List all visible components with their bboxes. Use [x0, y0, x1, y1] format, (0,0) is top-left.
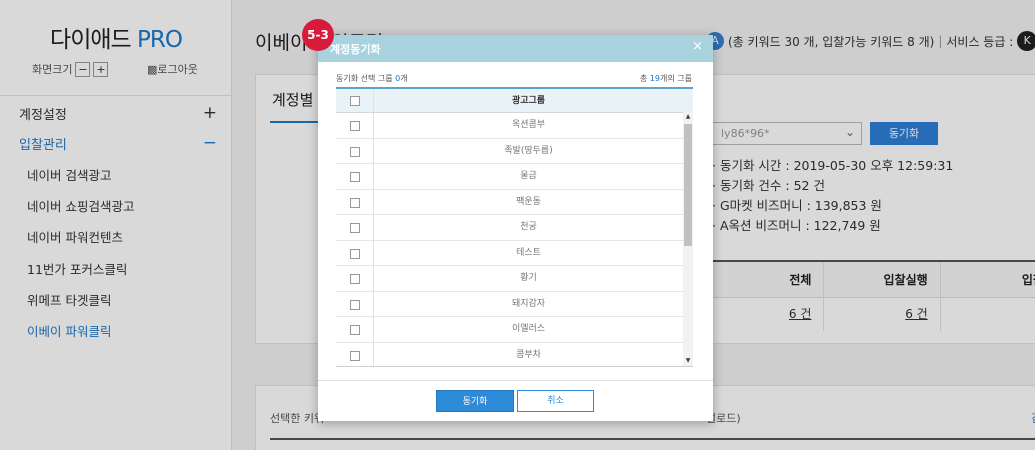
selected-group-count: 동기화 선택 그룹 0개	[336, 73, 408, 84]
modal-title: 계정동기화	[330, 43, 381, 56]
close-icon[interactable]: ×	[692, 40, 703, 54]
select-all-checkbox[interactable]	[350, 96, 360, 106]
check-cell	[336, 291, 374, 316]
check-cell	[336, 113, 374, 138]
modal-header: 계정동기화 ×	[318, 35, 713, 62]
group-name: 테스트	[516, 247, 541, 258]
row-checkbox[interactable]	[350, 197, 360, 208]
list-item[interactable]: 족발(땅두릅)	[336, 138, 683, 164]
list-item[interactable]: 황기	[336, 266, 683, 292]
modal-footer-divider	[318, 380, 713, 381]
check-cell	[336, 266, 374, 291]
list-rows: 옥션콤부 족발(땅두릅) 울금 팩운동 천궁 테스트 황기 돼지감자 이엘러스 …	[336, 113, 683, 366]
check-cell	[336, 240, 374, 265]
account-sync-modal: 계정동기화 × 동기화 선택 그룹 0개 총 19개의 그룹 광고그룹 옥션콤부…	[318, 35, 713, 421]
check-cell	[336, 317, 374, 342]
row-checkbox[interactable]	[350, 325, 360, 335]
group-name: 족발(땅두릅)	[504, 145, 553, 156]
step-badge: 5-3	[302, 19, 334, 51]
total-count: 19	[649, 74, 661, 83]
list-scrollbar[interactable]: ▲ ▼	[683, 112, 693, 366]
scroll-thumb[interactable]	[684, 124, 692, 246]
row-checkbox[interactable]	[350, 172, 360, 182]
list-item[interactable]: 콤부차	[336, 342, 683, 366]
row-checkbox[interactable]	[350, 274, 360, 284]
total-suffix: 개의 그룹	[660, 74, 692, 83]
total-prefix: 총	[639, 74, 648, 83]
scroll-down-icon[interactable]: ▼	[683, 356, 693, 366]
group-name: 천궁	[520, 222, 537, 232]
group-name: 콤부차	[516, 349, 541, 360]
check-cell	[336, 215, 374, 240]
sync-confirm-button[interactable]: 동기화	[436, 390, 514, 412]
list-item[interactable]: 울금	[336, 164, 683, 190]
ad-group-list: 광고그룹 옥션콤부 족발(땅두릅) 울금 팩운동 천궁 테스트 황기 돼지감자 …	[336, 87, 693, 367]
list-item[interactable]: 천궁	[336, 215, 683, 241]
scroll-up-icon[interactable]: ▲	[683, 112, 693, 122]
check-cell	[336, 189, 374, 214]
column-header-ad-group: 광고그룹	[511, 96, 546, 106]
row-checkbox[interactable]	[350, 121, 360, 131]
check-cell	[336, 138, 374, 163]
list-item[interactable]: 테스트	[336, 240, 683, 266]
list-item[interactable]: 옥션콤부	[336, 113, 683, 139]
check-cell	[336, 342, 374, 366]
group-name: 옥션콤부	[511, 120, 546, 130]
row-checkbox[interactable]	[350, 146, 360, 157]
check-cell	[336, 164, 374, 189]
header-check-cell	[336, 89, 374, 112]
selected-suffix: 개	[400, 74, 408, 83]
row-checkbox[interactable]	[350, 350, 360, 361]
row-checkbox[interactable]	[350, 223, 360, 233]
list-header: 광고그룹	[336, 89, 693, 113]
selected-prefix: 동기화 선택 그룹	[336, 74, 393, 83]
group-name: 이엘러스	[511, 324, 546, 334]
row-checkbox[interactable]	[350, 299, 360, 310]
cancel-button[interactable]: 취소	[517, 390, 594, 412]
group-name: 팩운동	[516, 196, 541, 207]
list-item[interactable]: 돼지감자	[336, 291, 683, 317]
list-item[interactable]: 팩운동	[336, 189, 683, 215]
total-group-count: 총 19개의 그룹	[640, 73, 692, 84]
list-item[interactable]: 이엘러스	[336, 317, 683, 343]
group-name: 돼지감자	[511, 298, 546, 309]
group-name: 울금	[520, 171, 537, 181]
group-name: 황기	[520, 273, 537, 283]
row-checkbox[interactable]	[350, 248, 360, 259]
